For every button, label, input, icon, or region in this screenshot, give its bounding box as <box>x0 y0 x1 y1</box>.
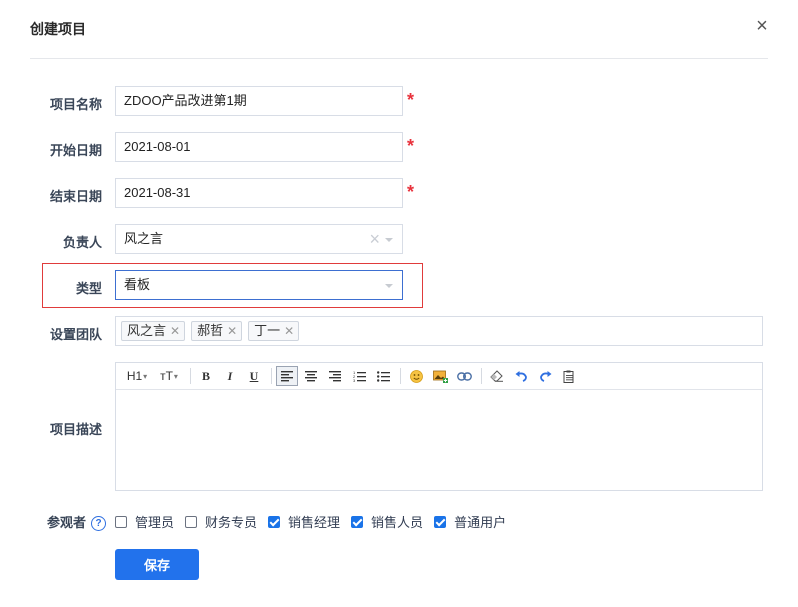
font-size-button[interactable]: тT ▾ <box>154 366 184 386</box>
checkbox-label: 财务专员 <box>205 515 258 530</box>
chevron-down-icon <box>385 238 393 242</box>
close-icon[interactable]: × <box>752 16 772 36</box>
link-icon <box>456 371 472 381</box>
project-name-input[interactable]: ZDOO产品改进第1期 <box>115 86 403 116</box>
checkbox-label: 管理员 <box>135 515 175 530</box>
checkbox[interactable] <box>185 515 198 528</box>
team-label: 设置团队 <box>49 327 102 342</box>
align-center-icon <box>305 370 317 381</box>
viewers-label: 参观者 <box>46 515 86 530</box>
eraser-icon <box>490 370 503 382</box>
unordered-list-icon <box>376 371 390 382</box>
clear-icon[interactable]: × <box>369 230 380 248</box>
viewers-checkbox-group: 管理员 财务专员 销售经理 销售人员 普通用户 <box>115 512 517 531</box>
font-size-icon: тT <box>160 369 173 383</box>
type-label: 类型 <box>75 281 102 296</box>
bold-icon: B <box>201 368 210 383</box>
toolbar-separator <box>271 368 272 384</box>
description-label: 项目描述 <box>49 422 102 437</box>
viewer-option-sales-staff[interactable]: 销售人员 <box>351 512 423 531</box>
end-date-label: 结束日期 <box>49 189 102 204</box>
image-button[interactable] <box>429 366 451 386</box>
team-tag: 丁一 ✕ <box>248 321 300 341</box>
viewer-option-sales-manager[interactable]: 销售经理 <box>268 512 340 531</box>
team-tag: 风之言 ✕ <box>121 321 186 341</box>
start-date-input[interactable]: 2021-08-01 <box>115 132 403 162</box>
required-mark: * <box>407 182 415 202</box>
paste-button[interactable] <box>558 366 580 386</box>
italic-icon: I <box>227 368 233 383</box>
viewers-label-group: 参观者? <box>22 512 106 532</box>
clipboard-icon <box>563 370 574 383</box>
checkbox-label: 销售人员 <box>371 515 424 530</box>
undo-button[interactable] <box>510 366 532 386</box>
viewer-option-finance[interactable]: 财务专员 <box>185 512 257 531</box>
align-center-button[interactable] <box>300 366 322 386</box>
heading-icon: H1 <box>126 369 143 383</box>
emoji-button[interactable] <box>405 366 427 386</box>
owner-select[interactable]: 风之言 × <box>115 224 403 254</box>
redo-icon <box>539 371 551 382</box>
checkbox-checked[interactable] <box>434 515 447 528</box>
checkbox-checked[interactable] <box>351 515 364 528</box>
checkbox-checked[interactable] <box>268 515 281 528</box>
required-mark: * <box>407 136 415 156</box>
underline-icon: U <box>249 368 259 383</box>
align-left-button[interactable] <box>276 366 298 386</box>
link-button[interactable] <box>453 366 475 386</box>
checkbox-label: 普通用户 <box>454 515 507 530</box>
viewer-option-regular-user[interactable]: 普通用户 <box>434 512 506 531</box>
image-icon <box>432 370 448 383</box>
toolbar-separator <box>190 368 191 384</box>
toolbar-separator <box>400 368 401 384</box>
svg-text:3: 3 <box>353 378 356 382</box>
toolbar-separator <box>481 368 482 384</box>
description-editor[interactable]: H1 ▾ тT ▾ B I U 123 <box>115 362 763 491</box>
checkbox[interactable] <box>115 515 127 528</box>
chevron-down-icon <box>385 284 393 288</box>
remove-tag-icon[interactable]: ✕ <box>170 324 180 338</box>
align-right-icon <box>329 370 341 381</box>
required-mark: * <box>407 90 415 110</box>
redo-button[interactable] <box>534 366 556 386</box>
team-tag: 郝哲 ✕ <box>191 321 243 341</box>
tag-label: 风之言 <box>127 323 167 338</box>
underline-button[interactable]: U <box>243 366 265 386</box>
checkbox-label: 销售经理 <box>288 515 341 530</box>
emoji-icon <box>409 369 423 383</box>
start-date-label: 开始日期 <box>49 143 102 158</box>
clear-format-button[interactable] <box>486 366 508 386</box>
italic-button[interactable]: I <box>219 366 241 386</box>
description-content[interactable] <box>116 390 762 490</box>
tag-label: 丁一 <box>254 323 281 338</box>
project-name-label: 项目名称 <box>49 97 102 112</box>
editor-toolbar: H1 ▾ тT ▾ B I U 123 <box>116 363 762 390</box>
viewer-option-admin[interactable]: 管理员 <box>115 512 174 531</box>
dialog-header: 创建项目 × <box>0 0 798 58</box>
tag-label: 郝哲 <box>197 323 224 338</box>
owner-label: 负责人 <box>62 235 102 250</box>
align-left-icon <box>281 370 293 381</box>
dialog-title: 创建项目 <box>30 21 86 37</box>
unordered-list-button[interactable] <box>372 366 394 386</box>
type-value: 看板 <box>124 277 151 292</box>
remove-tag-icon[interactable]: ✕ <box>227 324 237 338</box>
save-button[interactable]: 保存 <box>115 549 199 580</box>
help-icon[interactable]: ? <box>91 516 106 532</box>
ordered-list-icon: 123 <box>353 370 366 382</box>
header-divider <box>30 58 768 59</box>
type-select[interactable]: 看板 <box>115 270 403 300</box>
remove-tag-icon[interactable]: ✕ <box>284 324 294 338</box>
ordered-list-button[interactable]: 123 <box>348 366 370 386</box>
align-right-button[interactable] <box>324 366 346 386</box>
owner-value: 风之言 <box>124 231 164 246</box>
heading-button[interactable]: H1 ▾ <box>122 366 152 386</box>
team-select[interactable]: 风之言 ✕ 郝哲 ✕ 丁一 ✕ <box>115 316 763 346</box>
end-date-input[interactable]: 2021-08-31 <box>115 178 403 208</box>
undo-icon <box>515 371 527 382</box>
bold-button[interactable]: B <box>195 366 217 386</box>
